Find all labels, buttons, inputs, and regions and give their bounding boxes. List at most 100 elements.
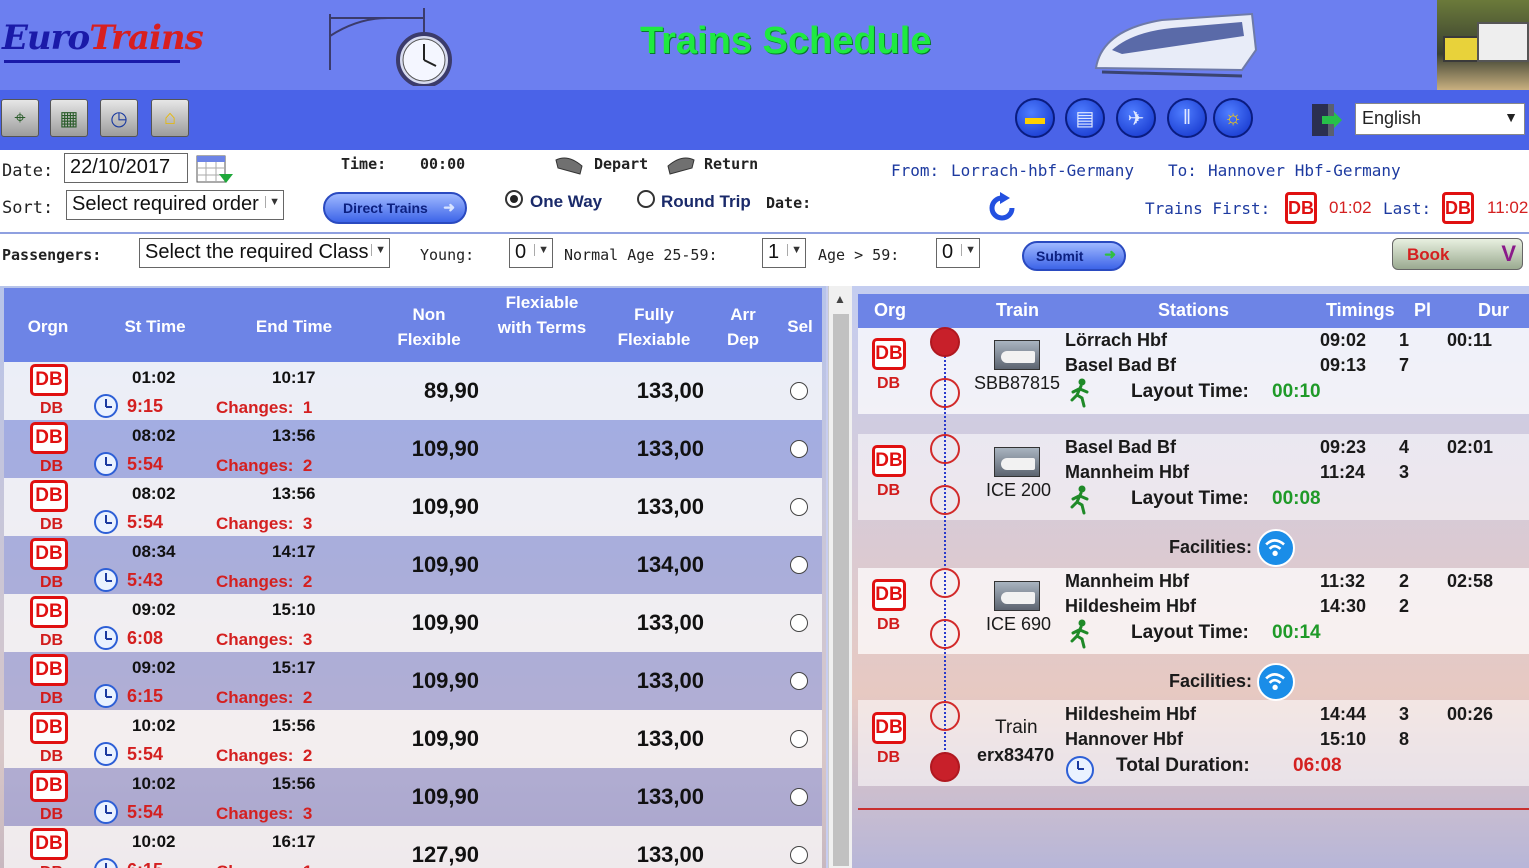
round-trip-radio[interactable] [637,190,655,208]
wifi-icon [1257,529,1295,567]
select-radio[interactable] [790,498,808,516]
table-row[interactable]: DB DB 09:02 6:08 15:10 Changes: 3 109,90 133,00 [4,594,822,652]
to-label: To: [1168,161,1197,180]
table-row[interactable]: DB DB 10:02 5:54 15:56 Changes: 3 109,90 133,00 [4,768,822,826]
plane-icon[interactable]: ✈ [1116,98,1156,138]
fully-flexiable-price: 133,00 [636,784,704,809]
eurotrains-logo[interactable]: EuroTrains [2,18,204,58]
route-stop-node [930,568,960,598]
from-label: From: [891,161,940,180]
table-row[interactable]: DB DB 09:02 6:15 15:17 Changes: 2 109,90 133,00 [4,652,822,710]
class-select[interactable]: Select the required Class ▼ [139,238,390,268]
duration: 5:54 [127,512,164,532]
page-title: Trains Schedule [640,20,932,62]
scroll-thumb[interactable] [833,314,849,866]
book-ticket-icon: V [1501,241,1516,266]
normal-count-value: 1 [768,241,780,263]
date-input[interactable]: 22/10/2017 [64,153,188,183]
changes-label: Changes: [216,456,294,475]
results-scrollbar[interactable]: ▲ [828,286,852,868]
submit-button[interactable]: Submit ➜ [1022,241,1126,271]
end-time: 13:56 [272,426,316,445]
end-time: 10:17 [272,368,316,387]
one-way-radio[interactable] [505,190,523,208]
train-number: ICE 200 [986,480,1052,500]
table-row[interactable]: DB DB 08:02 5:54 13:56 Changes: 2 109,90 133,00 [4,420,822,478]
changes-count: 3 [302,630,313,649]
duration: 6:15 [127,860,163,868]
sort-select[interactable]: Select required order ▼ [66,190,284,220]
select-radio[interactable] [790,788,808,806]
end-time: 15:56 [272,774,316,793]
table-row[interactable]: DB DB 08:34 5:43 14:17 Changes: 2 109,90 134,00 [4,536,822,594]
departure-time: 09:02 [1320,330,1367,350]
select-radio[interactable] [790,556,808,574]
total-duration-value: 06:08 [1293,755,1342,776]
language-value: English [1362,108,1422,128]
duration: 9:15 [127,396,164,416]
select-radio[interactable] [790,382,808,400]
departure-station: Hildesheim Hbf [1065,704,1197,724]
round-trip-label: Round Trip [661,192,751,211]
walking-person-icon [1065,378,1095,408]
changes-label: Changes: [216,398,294,417]
select-radio[interactable] [790,614,808,632]
table-row[interactable]: DB DB 10:02 5:54 15:56 Changes: 2 109,90 133,00 [4,710,822,768]
select-radio[interactable] [790,672,808,690]
refresh-icon[interactable] [986,192,1018,224]
changes: Changes: 2 [216,456,312,476]
language-select[interactable]: English ▼ [1355,103,1525,135]
table-row[interactable]: DB DB 10:02 6:15 16:17 Changes: 1 127,90 133,00 [4,826,822,868]
search-form: Date: 22/10/2017 Time: 00:00 Depart Retu… [0,150,1529,286]
book-label: Book [1407,245,1450,264]
end-time: 15:56 [272,716,316,735]
home-icon[interactable]: ⌂ [151,99,189,137]
end-time: 15:17 [272,658,316,677]
young-count-select[interactable]: 0 ▼ [509,238,553,268]
normal-count-select[interactable]: 1 ▼ [762,238,806,268]
select-radio[interactable] [790,846,808,864]
arrival-time: 14:30 [1320,596,1367,616]
timetable-icon[interactable]: ▦ [50,99,88,137]
hotel-icon[interactable]: ▤ [1065,98,1105,138]
clock-icon [1066,756,1094,784]
table-row[interactable]: DB DB 08:02 5:54 13:56 Changes: 3 109,90 133,00 [4,478,822,536]
calendar-icon[interactable] [195,154,235,186]
depart-shoe-icon [555,157,583,175]
table-row[interactable]: DB DB 01:02 9:15 10:17 Changes: 1 89,90 133,00 [4,362,822,420]
sort-select-text: Select required order [72,193,259,215]
details-bottom-line [858,808,1529,810]
clock-icon[interactable]: ◷ [100,99,138,137]
changes-count: 3 [302,514,313,533]
start-time: 08:02 [132,484,176,503]
col-dur: Dur [1478,300,1509,320]
scroll-up-icon[interactable]: ▲ [834,292,846,306]
exit-door-icon[interactable] [1308,102,1342,138]
fully-flexiable-price: 134,00 [636,552,704,577]
col-st-time: St Time [124,317,186,336]
col-flexiable-terms: Flexiable with Terms [497,293,587,337]
train-number: erx83470 [977,745,1055,765]
segment-duration: 00:11 [1447,330,1493,350]
taxi-icon[interactable]: ▬ [1015,98,1055,138]
select-radio[interactable] [790,730,808,748]
book-button[interactable]: Book V [1392,238,1523,270]
departure-time: 14:44 [1320,704,1367,724]
departure-station: Mannheim Hbf [1065,571,1189,591]
compass-icon[interactable]: ⌖ [1,99,39,137]
non-flexible-price: 109,90 [411,436,479,461]
chevron-down-icon: ▼ [787,244,802,256]
start-time: 01:02 [132,368,176,387]
duration: 5:43 [127,570,164,590]
changes: Changes: 1 [216,862,312,868]
direct-trains-button[interactable]: Direct Trains ➜ [323,192,467,224]
senior-count-select[interactable]: 0 ▼ [936,238,980,268]
select-radio[interactable] [790,440,808,458]
departure-platform: 3 [1399,704,1410,724]
col-stations: Stations [1158,300,1230,320]
operator-label: DB [40,516,64,533]
restaurant-icon[interactable]: ‖ [1167,98,1207,138]
beach-icon[interactable]: ☼ [1213,98,1253,138]
db-logo-icon: DB [30,364,68,396]
time-value[interactable]: 00:00 [420,155,465,173]
